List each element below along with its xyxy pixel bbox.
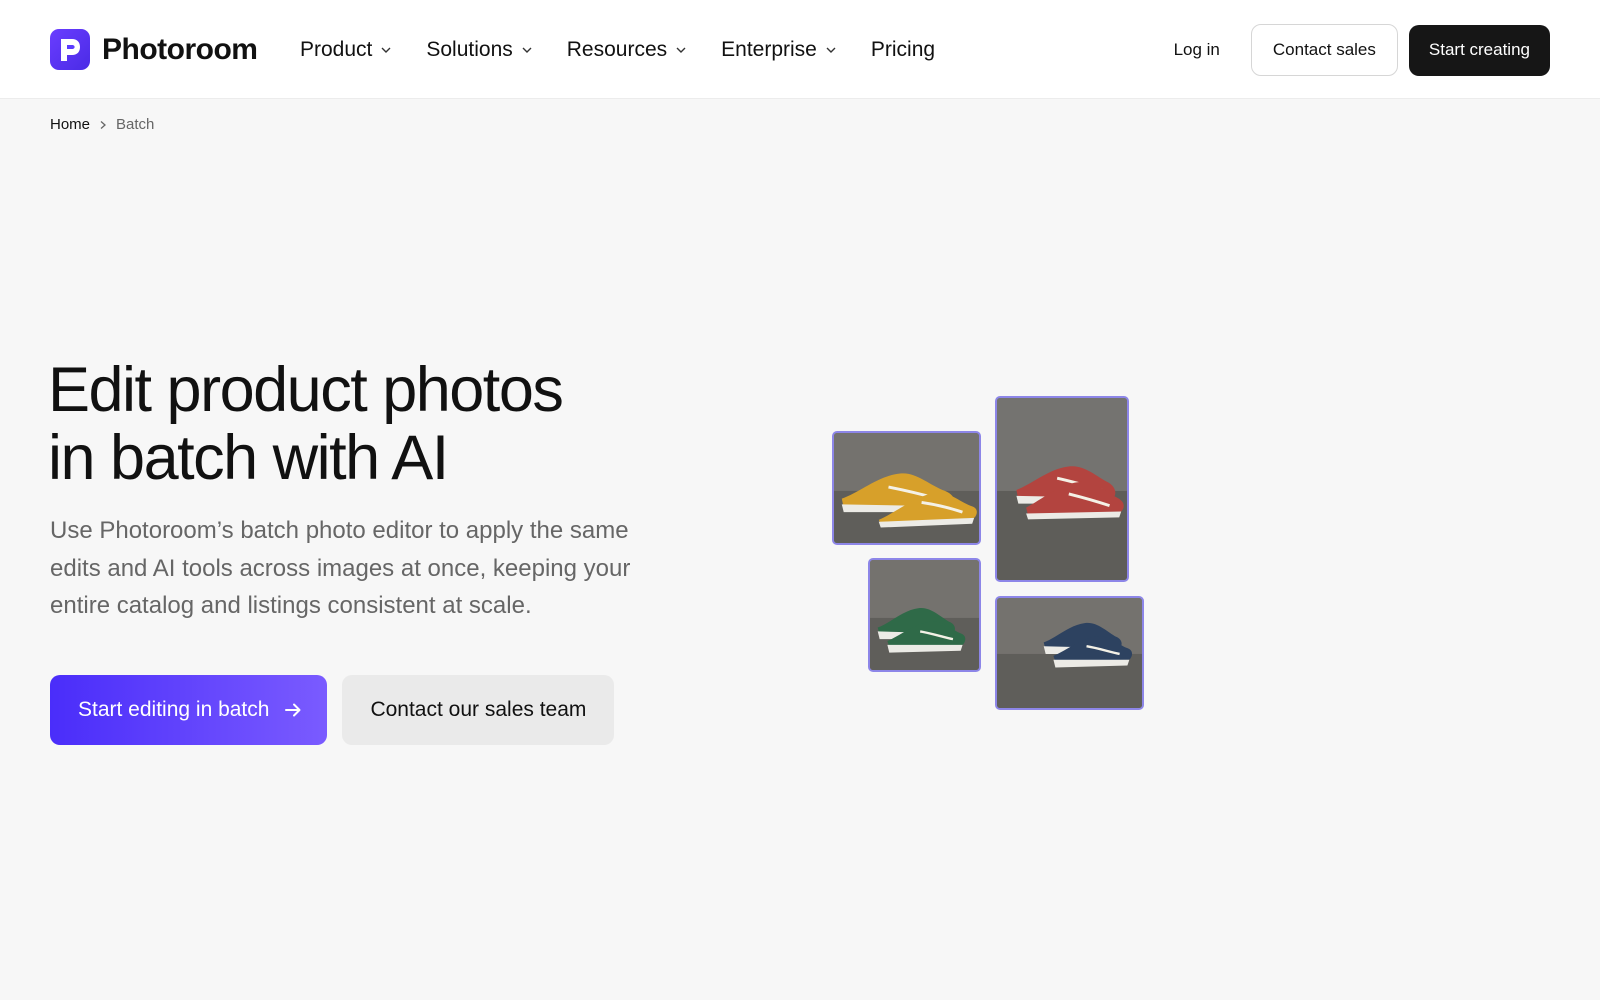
- breadcrumb-home-link[interactable]: Home: [50, 116, 90, 133]
- nav-item-label: Product: [300, 37, 373, 61]
- product-image-red-sneaker[interactable]: [995, 396, 1129, 582]
- nav-item-enterprise[interactable]: Enterprise: [721, 38, 837, 62]
- login-link[interactable]: Log in: [1174, 40, 1220, 60]
- start-creating-button[interactable]: Start creating: [1408, 24, 1550, 76]
- nav-item-pricing[interactable]: Pricing: [871, 38, 935, 62]
- photoroom-logo-icon: [50, 29, 90, 70]
- button-label: Start editing in batch: [78, 698, 270, 721]
- yellow-sneaker-photo: [834, 433, 979, 543]
- arrow-right-icon: [285, 703, 301, 717]
- nav-item-label: Resources: [566, 37, 668, 61]
- breadcrumb: Home Batch: [50, 116, 154, 133]
- chevron-down-icon: [676, 47, 686, 53]
- chevron-down-icon: [826, 47, 836, 53]
- chevron-right-icon: [100, 120, 107, 129]
- hero-title: Edit product photos in batch with AI: [48, 356, 708, 492]
- hero-cta-group: Start editing in batch Contact our sales…: [50, 675, 615, 745]
- photoroom-logo[interactable]: Photoroom: [50, 29, 258, 70]
- hero-subtitle: Use Photoroom’s batch photo editor to ap…: [50, 517, 631, 619]
- header-actions: Log in Contact sales Start creating: [1174, 24, 1550, 76]
- product-image-yellow-sneaker[interactable]: [832, 431, 981, 545]
- start-editing-batch-button[interactable]: Start editing in batch: [50, 675, 328, 745]
- chevron-down-icon: [381, 47, 391, 53]
- chevron-down-icon: [522, 47, 532, 53]
- main-nav: Product Solutions Resources Enterprise P…: [300, 0, 969, 99]
- navy-sneaker-photo: [997, 598, 1142, 708]
- product-image-navy-sneaker[interactable]: [995, 596, 1144, 710]
- nav-item-label: Pricing: [870, 37, 936, 61]
- contact-sales-button[interactable]: Contact sales: [1250, 24, 1398, 76]
- breadcrumb-current: Batch: [116, 116, 155, 133]
- green-sneaker-photo: [870, 560, 979, 670]
- site-header: Photoroom Product Solutions Resources En…: [0, 0, 1600, 99]
- hero-title-line: in batch with AI: [48, 423, 449, 493]
- nav-item-product[interactable]: Product: [300, 38, 392, 62]
- nav-item-resources[interactable]: Resources: [567, 38, 687, 62]
- nav-item-label: Enterprise: [721, 37, 817, 61]
- nav-item-label: Solutions: [426, 37, 513, 61]
- product-image-green-sneaker[interactable]: [868, 558, 981, 672]
- hero-title-line: Edit product photos: [48, 355, 564, 425]
- contact-sales-team-button[interactable]: Contact our sales team: [342, 675, 615, 745]
- nav-item-solutions[interactable]: Solutions: [426, 38, 532, 62]
- brand-name: Photoroom: [102, 32, 258, 66]
- red-sneaker-photo: [997, 398, 1127, 580]
